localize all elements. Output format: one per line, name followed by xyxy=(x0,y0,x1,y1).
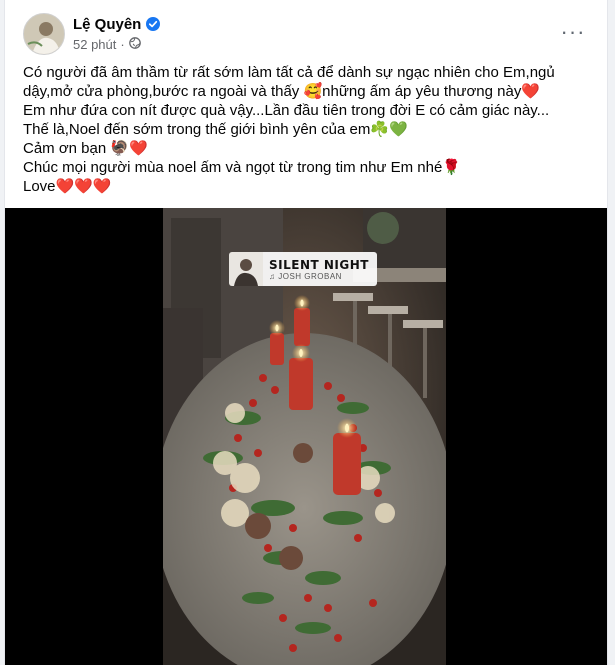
author-avatar[interactable] xyxy=(23,13,65,55)
more-options-icon: ··· xyxy=(560,19,586,44)
author-name[interactable]: Lệ Quyên xyxy=(73,16,141,33)
avatar-image xyxy=(24,14,64,54)
post-text-line: Em như đứa con nít được quà vậy...Lần đầ… xyxy=(23,102,550,119)
music-info: SILENT NIGHT ♫ JOSH GROBAN xyxy=(263,256,377,283)
post-time[interactable]: 52 phút xyxy=(73,37,116,52)
post-meta: 52 phút · xyxy=(73,36,141,52)
music-artist: ♫ JOSH GROBAN xyxy=(269,271,342,281)
post-text-line: Chúc mọi người mùa noel ấm và ngọt từ tr… xyxy=(23,159,461,176)
video-player[interactable]: SILENT NIGHT ♫ JOSH GROBAN xyxy=(163,208,446,665)
music-title: SILENT NIGHT xyxy=(269,257,369,272)
verified-badge-icon xyxy=(146,17,161,31)
media-area: SILENT NIGHT ♫ JOSH GROBAN xyxy=(5,208,607,665)
post-card: Lệ Quyên 52 phút · ··· Có người đã âm th… xyxy=(4,0,608,665)
music-sticker[interactable]: SILENT NIGHT ♫ JOSH GROBAN xyxy=(229,252,377,286)
post-text-line: Có người đã âm thầm từ rất sớm làm tất c… xyxy=(23,64,555,81)
album-art xyxy=(229,252,263,286)
post-text: Có người đã âm thầm từ rất sớm làm tất c… xyxy=(23,63,593,196)
meta-separator: · xyxy=(120,36,125,52)
post-text-line: Love❤️❤️❤️ xyxy=(23,178,112,195)
post-text-line: dậy,mở cửa phòng,bước ra ngoài và thấy 🥰… xyxy=(23,83,541,100)
author-row: Lệ Quyên xyxy=(73,14,161,34)
globe-icon[interactable] xyxy=(128,36,141,52)
more-options-button[interactable]: ··· xyxy=(559,18,587,46)
post-text-line: Cảm ơn bạn 🦃❤️ xyxy=(23,140,148,157)
post-text-line: Thế là,Noel đến sớm trong thế giới bình … xyxy=(23,121,408,138)
